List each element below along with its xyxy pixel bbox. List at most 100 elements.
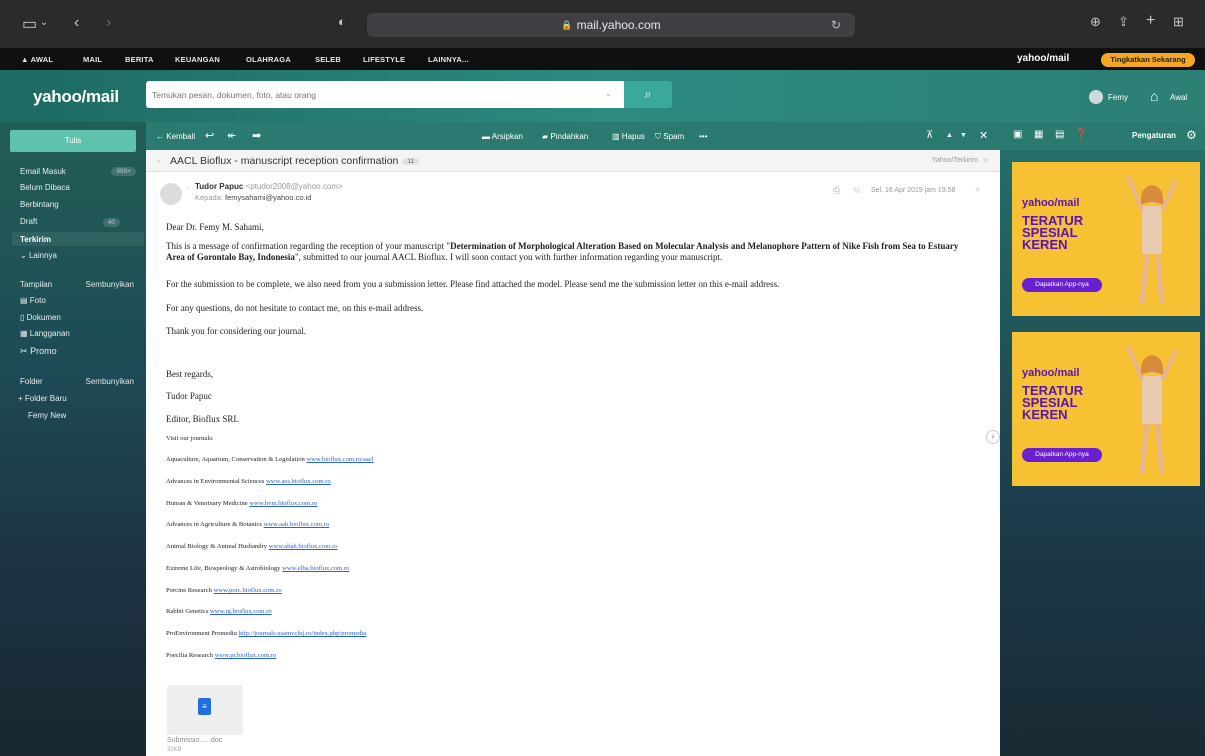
gear-icon[interactable]: ⚙ [1186,128,1197,142]
sidebar-item-starred[interactable]: Berbintang [20,200,59,209]
subject-row: ⌄ AACL Bioflux - manuscript reception co… [146,150,1000,172]
spam-button[interactable]: ⛉ Spam [655,132,684,142]
nav-seleb[interactable]: SELEB [315,55,341,64]
journal-link[interactable]: www.aes.bioflux.com.ro [266,478,331,485]
star-icon[interactable]: ★ [982,155,990,166]
journal-link[interactable]: www.pr.bioflux.com.ro [215,652,276,659]
message-star-icon[interactable]: ★ [974,185,981,194]
journal-line: Aquaculture, Aquarium, Conservation & Le… [166,456,374,463]
nav-lainnya[interactable]: LAINNYA... [428,55,469,64]
new-tab-icon[interactable]: + [1146,12,1155,30]
journal-link[interactable]: www.abah.bioflux.com.ro [269,543,338,550]
journal-line: ProEnvironment Promediu http://journals.… [166,630,367,637]
forward-arrow-icon[interactable]: › [106,14,111,32]
archive-button[interactable]: ▬ Arsipkan [482,132,523,141]
more-actions-button[interactable]: ••• [699,132,707,141]
word-doc-icon: ≡ [198,698,211,715]
journal-link[interactable]: www.porc.bioflux.com.ro [214,587,282,594]
help-icon[interactable]: ❓ [1075,129,1087,140]
user-name[interactable]: Femy [1108,93,1128,102]
search-input[interactable] [146,81,624,108]
next-message-icon[interactable]: ▼ [960,132,967,139]
back-button[interactable]: ← Kembali [156,132,195,141]
ad-banner[interactable]: yahoo/mail TERATUR SPESIAL KEREN Dapatka… [1012,332,1200,486]
nav-awal[interactable]: ▲ AWAL [21,55,53,64]
folder-label[interactable]: Yahoo/Terkirim [932,157,978,164]
sidebar-item-inbox[interactable]: Email Masuk [20,167,66,176]
journal-link[interactable]: www.hvm.bioflux.com.ro [249,500,317,507]
print-icon[interactable]: ⎙ [833,185,840,196]
journal-link[interactable]: www.aab.bioflux.com.ro [264,521,330,528]
home-icon[interactable]: ⌂ [1150,88,1158,104]
sidebar-item-photos[interactable]: ▤ Foto [20,296,46,305]
close-icon[interactable]: ✕ [979,129,988,142]
yahoo-mail-logo[interactable]: yahoo/mail [33,87,119,107]
sidebar-item-femy-new[interactable]: Femy New [28,411,66,420]
collapse-right-panel-button[interactable]: › [986,430,1000,444]
nav-keuangan[interactable]: KEUANGAN [175,55,220,64]
nav-olahraga[interactable]: OLAHRAGA [246,55,291,64]
back-arrow-icon[interactable]: ‹ [74,14,79,32]
drafts-count-badge: 40 [102,218,120,227]
upgrade-button[interactable]: Tingkatkan Sekarang [1101,53,1195,67]
sender-expand-icon[interactable]: ⌄ [186,184,191,191]
journal-link[interactable]: http://journals.usamvcluj.ro/index.php/p… [239,630,367,637]
signature-name: Tudor Papuc [166,391,212,401]
new-folder-link[interactable]: + Folder Baru [18,394,67,403]
journal-link[interactable]: www.rg.bioflux.com.ro [210,608,272,615]
tab-overview-icon[interactable]: ⊞ [1173,14,1184,30]
calendar-icon[interactable]: ▦ [1034,129,1043,140]
forward-icon[interactable]: ➡ [252,129,261,142]
nav-mail[interactable]: MAIL [83,55,102,64]
attachment-card[interactable]: ≡ [167,685,243,735]
nav-berita[interactable]: BERITA [125,55,154,64]
journal-link[interactable]: www.bioflux.com.ro/aacl [306,456,373,463]
search-button[interactable]: ⌕ [624,81,672,108]
user-avatar[interactable] [1089,90,1103,104]
scissors-icon: ✂ [20,346,28,356]
sidebar-item-promo[interactable]: ✂ Promo [20,346,57,357]
sender-line[interactable]: Tudor Papuc <ptudor2008@yahoo.com> [195,182,343,191]
delete-button[interactable]: ▥ Hapus [612,132,645,141]
prev-message-icon[interactable]: ▲ [946,132,953,139]
ad-cta-button[interactable]: Dapatkan App-nya [1022,448,1102,462]
yahoo-mail-brand[interactable]: yahoo/mail [1017,53,1069,64]
trash-icon: ▥ [612,132,620,141]
expand-collapse-icon[interactable]: ⊼ [926,130,933,141]
reload-icon[interactable]: ↻ [831,18,841,32]
shield-icon[interactable]: ◐ [338,14,346,29]
move-button[interactable]: ▰ Pindahkan [542,132,588,141]
url-text: mail.yahoo.com [576,18,661,32]
share-icon[interactable]: ⇪ [1118,14,1129,30]
ad-cta-button[interactable]: Dapatkan App-nya [1022,278,1102,292]
contacts-icon[interactable]: ▣ [1013,129,1022,140]
sidebar-item-more[interactable]: ⌄ Lainnya [20,251,57,260]
sidebar-item-unread[interactable]: Belum Dibaca [20,183,70,192]
recipient-line: Kepada: femysahami@yahoo.co.id [195,193,312,202]
sidebar-icon[interactable]: ▭ [22,14,37,34]
attachment-name[interactable]: Submissio.... .doc [167,737,222,744]
collapse-thread-icon[interactable]: ⌄ [156,156,162,164]
settings-label[interactable]: Pengaturan [1132,131,1176,140]
home-label[interactable]: Awal [1170,93,1187,102]
views-hide-toggle[interactable]: Sembunyikan [86,280,134,289]
reply-all-icon[interactable]: ↞ [227,129,236,142]
journal-link[interactable]: www.elba.bioflux.com.ro [282,565,349,572]
search-dropdown-icon[interactable]: ⌄ [605,89,612,98]
journal-line: Advances in Environmental Sciences www.a… [166,478,331,485]
compose-button[interactable]: Tulis [10,130,136,152]
sidebar-item-sent[interactable]: Terkirim [20,235,51,244]
sidebar-item-drafts[interactable]: Draft [20,217,37,226]
ad-banner[interactable]: yahoo/mail TERATUR SPESIAL KEREN Dapatka… [1012,162,1200,316]
nav-lifestyle[interactable]: LIFESTYLE [363,55,405,64]
ad-logo: yahoo/mail [1022,197,1080,209]
journal-line: Poecilia Research www.pr.bioflux.com.ro [166,652,277,659]
reply-icon[interactable]: ↩ [205,129,214,142]
chevron-down-icon[interactable]: ⌄ [40,17,48,28]
notepad-icon[interactable]: ▤ [1055,129,1064,140]
download-icon[interactable]: ⊕ [1090,14,1101,30]
sidebar-item-documents[interactable]: ▯ Dokumen [20,313,61,322]
address-bar[interactable]: 🔒 mail.yahoo.com ↻ [367,13,855,37]
folders-hide-toggle[interactable]: Sembunyikan [86,377,134,386]
sidebar-item-subscriptions[interactable]: ▦ Langganan [20,329,70,338]
